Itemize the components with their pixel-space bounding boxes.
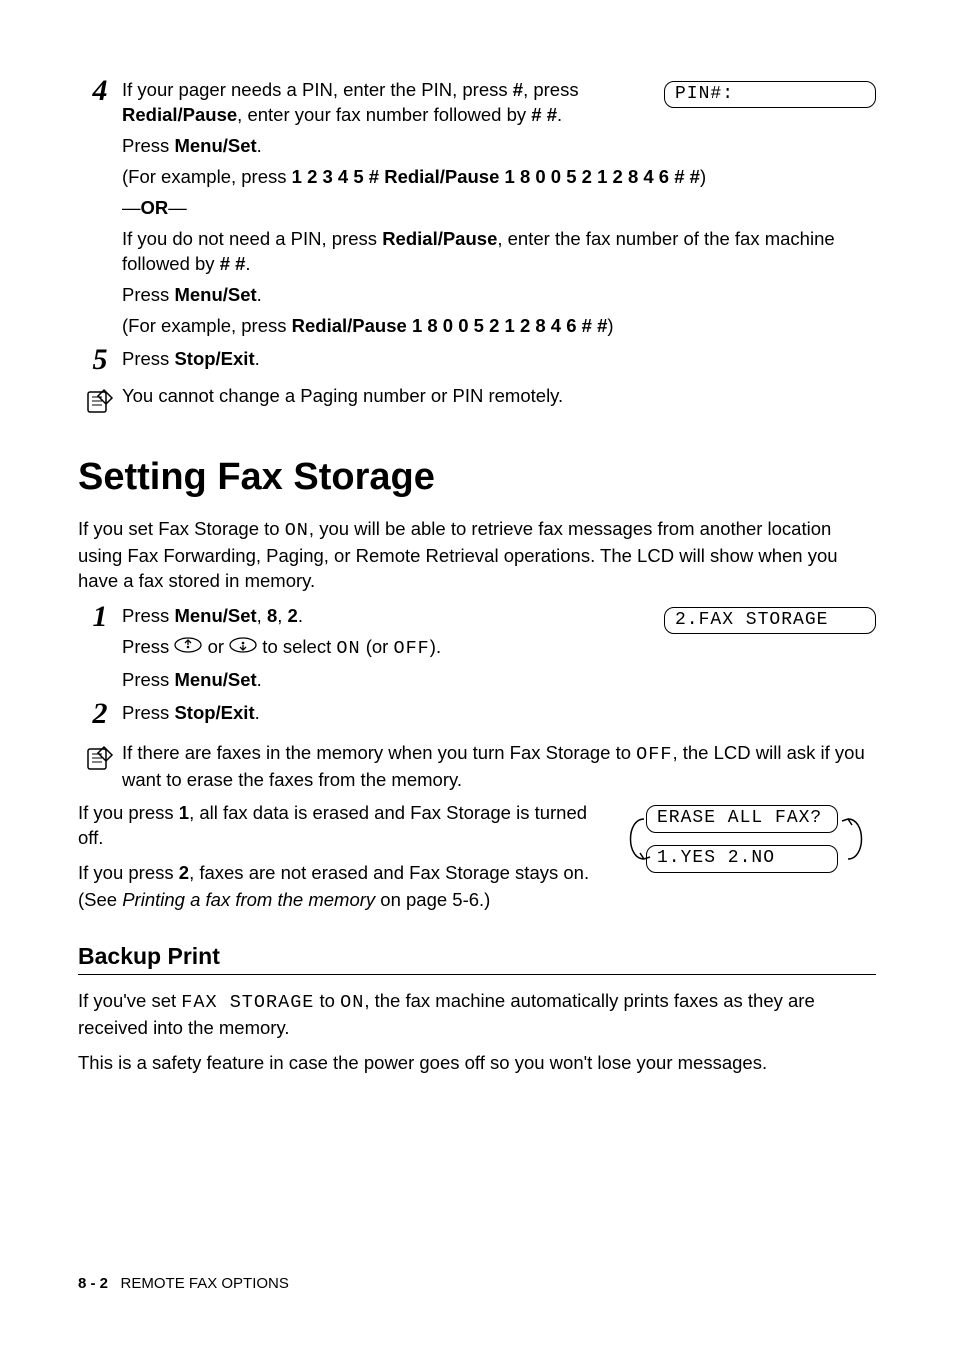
step-number: 5: [78, 345, 122, 375]
step4-press-menuset-2: Press Menu/Set.: [122, 283, 876, 308]
step-number: 4: [78, 76, 122, 106]
see-reference: (See Printing a fax from the memory on p…: [78, 888, 876, 913]
backup-paragraph-2: This is a safety feature in case the pow…: [78, 1051, 876, 1076]
note-icon: [78, 741, 122, 773]
press-1-text: If you press 1, all fax data is erased a…: [78, 801, 596, 851]
lcd-fax-storage: 2.FAX STORAGE: [664, 607, 876, 634]
up-arrow-oval-icon: [174, 635, 202, 660]
backup-paragraph-1: If you've set FAX STORAGE to ON, the fax…: [78, 989, 876, 1041]
step4-example-1: (For example, press 1 2 3 4 5 # Redial/P…: [122, 165, 876, 190]
memo-pencil-icon: [84, 384, 116, 416]
down-arrow-oval-icon: [229, 635, 257, 660]
page: 4 PIN#: If your pager needs a PIN, enter…: [0, 0, 954, 1352]
step-5: 5 Press Stop/Exit.: [78, 347, 876, 378]
page-footer: 8 - 2 REMOTE FAX OPTIONS: [78, 1275, 289, 1292]
step4-press-menuset-1: Press Menu/Set.: [122, 134, 876, 159]
subsection-rule: [78, 974, 876, 975]
step-number: 1: [78, 602, 122, 632]
press-2-text: If you press 2, faxes are not erased and…: [78, 861, 596, 886]
step-1: 1 2.FAX STORAGE Press Menu/Set, 8, 2. Pr…: [78, 604, 876, 699]
step-body: Press Stop/Exit.: [122, 347, 876, 378]
memo-pencil-icon: [84, 741, 116, 773]
step4-or: —OR—: [122, 196, 876, 221]
footer-section-title: REMOTE FAX OPTIONS: [121, 1275, 289, 1292]
heading-setting-fax-storage: Setting Fax Storage: [78, 456, 876, 499]
step4-nopin: If you do not need a PIN, press Redial/P…: [122, 227, 876, 277]
step-2: 2 Press Stop/Exit.: [78, 701, 876, 732]
step1-line3: Press Menu/Set.: [122, 668, 876, 693]
step-4: 4 PIN#: If your pager needs a PIN, enter…: [78, 78, 876, 345]
step1-line2: Press or to select ON (or OFF).: [122, 635, 876, 662]
storage-intro: If you set Fax Storage to ON, you will b…: [78, 517, 876, 594]
erase-choice-block: ERASE ALL FAX? 1.YES 2.NO If you press 1…: [78, 801, 876, 915]
step-body: 2.FAX STORAGE Press Menu/Set, 8, 2. Pres…: [122, 604, 876, 699]
step-body: Press Stop/Exit.: [122, 701, 876, 732]
step4-example-2: (For example, press Redial/Pause 1 8 0 0…: [122, 314, 876, 339]
note-erase-faxes: If there are faxes in the memory when yo…: [78, 741, 876, 793]
heading-backup-print: Backup Print: [78, 943, 876, 970]
lcd-erase-all-fax: ERASE ALL FAX?: [646, 805, 838, 832]
note-icon: [78, 384, 122, 416]
note-paging-pin: You cannot change a Paging number or PIN…: [78, 384, 876, 416]
lcd-pin: PIN#:: [664, 81, 876, 108]
note-text: You cannot change a Paging number or PIN…: [122, 384, 876, 409]
note-text: If there are faxes in the memory when yo…: [122, 741, 876, 793]
step-body: PIN#: If your pager needs a PIN, enter t…: [122, 78, 876, 345]
lcd-yes-no: 1.YES 2.NO: [646, 845, 838, 872]
step-number: 2: [78, 699, 122, 729]
footer-page-number: 8 - 2: [78, 1275, 108, 1292]
